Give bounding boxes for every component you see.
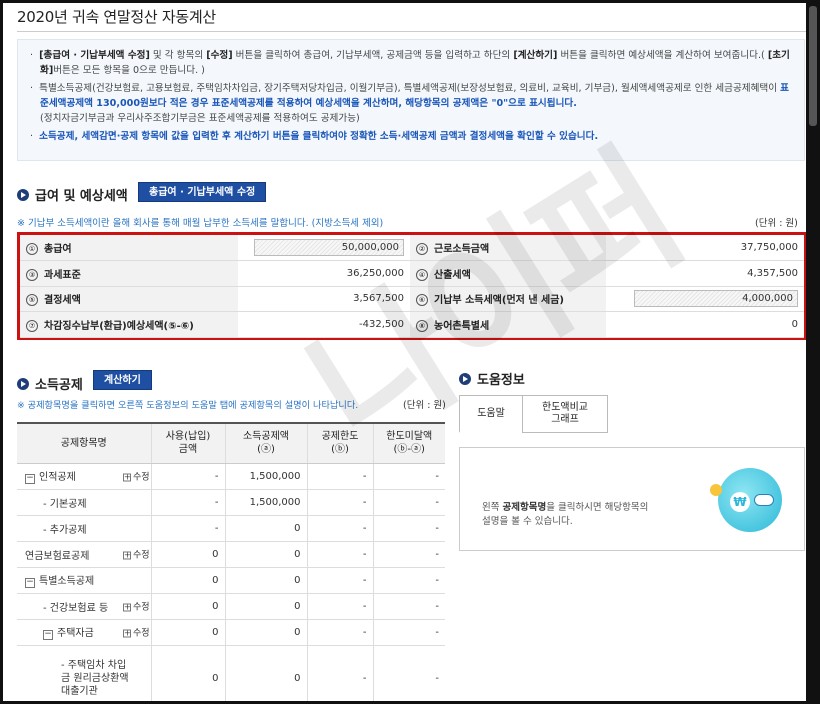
- table-row: - 기본공제 -1,500,000- -: [17, 489, 445, 516]
- scrollbar-thumb[interactable]: [809, 6, 817, 126]
- help-content: 왼쪽 공제항목명을 클릭하시면 해당항목의 설명을 볼 수 있습니다. ₩: [459, 447, 805, 551]
- deduction-item-name[interactable]: 주택자금: [57, 628, 94, 639]
- plus-box-icon[interactable]: +: [123, 603, 131, 612]
- income-section-title: 소득공제: [17, 374, 83, 393]
- cell-under: -: [373, 489, 445, 516]
- cell-used: 0: [151, 593, 226, 620]
- deduction-item-name[interactable]: - 주택임차 차입금 원리금상환액 대출기관: [61, 659, 131, 698]
- deduction-item-name[interactable]: - 기본공제: [43, 499, 87, 510]
- col-header: 공제항목명: [17, 422, 152, 464]
- cell-used: -: [151, 515, 226, 542]
- page-frame: 2020년 귀속 연말정산 자동계산 · [총급여 · 기납부세액 수정] 및 …: [0, 0, 820, 704]
- cell-used: -: [151, 489, 226, 516]
- cell-amount: 0: [225, 619, 308, 646]
- cell-limit: -: [307, 593, 374, 620]
- cell-used: 0: [151, 567, 226, 594]
- minus-box-icon[interactable]: −: [25, 474, 35, 484]
- notice-box: · [총급여 · 기납부세액 수정] 및 각 항목의 [수정] 버튼을 클릭하여…: [17, 39, 805, 161]
- income-note: ※ 공제항목명을 클릭하면 오른쪽 도움정보의 도움말 탭에 공제항목의 설명이…: [17, 400, 359, 411]
- cell-limit: -: [307, 567, 374, 594]
- scrollbar[interactable]: [806, 0, 820, 704]
- plus-box-icon[interactable]: +: [123, 551, 131, 560]
- deduction-item-name[interactable]: 인적공제: [39, 472, 76, 483]
- edit-link[interactable]: 수정: [133, 603, 150, 613]
- cell-under: -: [373, 541, 445, 568]
- notice-item-1: · [총급여 · 기납부세액 수정] 및 각 항목의 [수정] 버튼을 클릭하여…: [30, 50, 790, 76]
- cell-limit: -: [307, 515, 374, 542]
- yellow-dot-icon: [710, 484, 722, 496]
- edit-button[interactable]: + 수정: [123, 600, 150, 613]
- deduction-item-name[interactable]: 연금보험료공제: [25, 551, 89, 562]
- cell-limit: -: [307, 489, 374, 516]
- cell-under: -: [373, 645, 445, 701]
- edit-button[interactable]: + 수정: [123, 626, 150, 639]
- table-row: − 주택자금 + 수정 0 0- -: [17, 619, 445, 646]
- table-row: - 주택임차 차입금 원리금상환액 대출기관 0 0- -: [17, 645, 445, 701]
- edit-button[interactable]: + 수정: [123, 548, 150, 561]
- edit-link[interactable]: 수정: [133, 473, 150, 483]
- tab-limit-graph[interactable]: 한도액비교 그래프: [522, 395, 608, 433]
- deduction-item-name[interactable]: - 추가공제: [43, 525, 87, 536]
- circle-arrow-icon: [17, 377, 29, 390]
- cell-used: 0: [151, 541, 226, 568]
- glasses-icon: [754, 494, 774, 506]
- circle-arrow-icon: [17, 188, 29, 201]
- edit-link[interactable]: 수정: [133, 551, 150, 561]
- deduction-item-name[interactable]: - 건강보험료 등: [43, 603, 108, 614]
- cell-under: -: [373, 515, 445, 542]
- cell-amount: 0: [225, 515, 308, 542]
- cell-under: -: [373, 567, 445, 594]
- col-header: 소득공제액 (ⓐ): [225, 422, 308, 464]
- title-divider: [17, 31, 807, 32]
- cell-amount: 0: [225, 567, 308, 594]
- cell-amount: 0: [225, 541, 308, 568]
- calculate-button[interactable]: 계산하기: [93, 370, 152, 390]
- table-row: - 건강보험료 등 + 수정 0 0- -: [17, 593, 445, 620]
- cell-used: -: [151, 463, 226, 490]
- cell-limit: -: [307, 541, 374, 568]
- edit-link[interactable]: 수정: [133, 629, 150, 639]
- cell-used: 0: [151, 645, 226, 701]
- plus-box-icon[interactable]: +: [123, 629, 131, 638]
- cell-used: 0: [151, 619, 226, 646]
- edit-salary-button[interactable]: 총급여 · 기납부세액 수정: [138, 182, 267, 202]
- plus-box-icon[interactable]: +: [123, 473, 131, 482]
- cell-limit: -: [307, 645, 374, 701]
- cell-limit: -: [307, 463, 374, 490]
- won-coin-icon: ₩: [730, 492, 750, 512]
- cell-under: -: [373, 593, 445, 620]
- cell-under: -: [373, 619, 445, 646]
- table-row: - 추가공제 -0- -: [17, 515, 445, 542]
- cell-amount: 1,500,000: [225, 489, 308, 516]
- coin-character-icon: ₩: [710, 468, 782, 532]
- notice-item-2: · 특별소득공제(건강보험료, 고용보험료, 주택임차차입금, 장기주택저당차입…: [30, 83, 789, 124]
- table-row: − 특별소득공제 0 0- -: [17, 567, 445, 594]
- deduction-item-name[interactable]: 특별소득공제: [39, 576, 94, 587]
- cell-amount: 0: [225, 645, 308, 701]
- page-title: 2020년 귀속 연말정산 자동계산: [17, 8, 216, 26]
- help-text: 왼쪽 공제항목명을 클릭하시면 해당항목의 설명을 볼 수 있습니다.: [482, 502, 649, 527]
- minus-box-icon[interactable]: −: [25, 578, 35, 588]
- cell-amount: 1,500,000: [225, 463, 308, 490]
- salary-note: ※ 기납부 소득세액이란 올해 회사를 통해 매월 납부한 소득세를 말합니다.…: [17, 218, 384, 229]
- minus-box-icon[interactable]: −: [43, 630, 53, 640]
- salary-unit: (단위 : 원): [755, 218, 798, 229]
- col-header: 사용(납입) 금액: [151, 422, 226, 464]
- notice-item-3: · 소득공제, 세액감면·공제 항목에 값을 입력한 후 계산하기 버튼을 클릭…: [30, 131, 599, 142]
- edit-button[interactable]: + 수정: [123, 470, 150, 483]
- cell-amount: 0: [225, 593, 308, 620]
- table-row: 연금보험료공제 + 수정 0 0- -: [17, 541, 445, 568]
- salary-section-title: 급여 및 예상세액: [17, 185, 128, 204]
- cell-limit: -: [307, 619, 374, 646]
